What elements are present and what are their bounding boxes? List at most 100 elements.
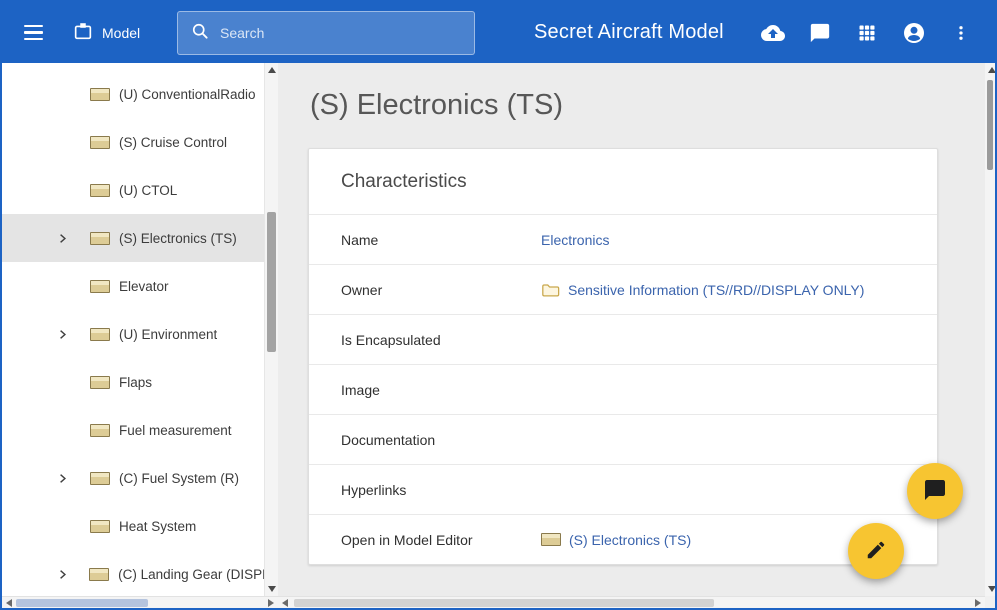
tree-item[interactable]: Elevator [2, 262, 264, 310]
menu-button[interactable] [24, 2, 56, 63]
block-icon [90, 424, 110, 437]
chevron-spacer [56, 134, 80, 150]
scrollbar-corner [985, 596, 995, 608]
folder-icon [541, 282, 560, 298]
search-icon [190, 21, 210, 46]
block-icon [90, 520, 110, 533]
block-icon [90, 88, 110, 101]
search-box[interactable] [177, 11, 475, 55]
row-label: Owner [341, 282, 541, 298]
row-label: Name [341, 232, 541, 248]
tree-item[interactable]: (C) Landing Gear (DISPL [2, 550, 264, 596]
characteristics-card: Characteristics NameElectronicsOwnerSens… [308, 148, 938, 565]
chevron-spacer [56, 422, 80, 438]
scroll-right-arrow[interactable] [268, 599, 274, 607]
tree-item-label: (U) Environment [119, 327, 217, 342]
main-content: (S) Electronics (TS) Characteristics Nam… [278, 63, 985, 596]
row-label: Is Encapsulated [341, 332, 541, 348]
block-icon [90, 328, 110, 341]
tree-item-label: Fuel measurement [119, 423, 232, 438]
scroll-left-arrow[interactable] [282, 599, 288, 607]
row-value-link[interactable]: Electronics [541, 232, 609, 248]
tree-item-label: (S) Electronics (TS) [119, 231, 237, 246]
scroll-down-arrow[interactable] [268, 586, 276, 592]
tree-item-label: (S) Cruise Control [119, 135, 227, 150]
model-icon [72, 20, 94, 45]
row-label: Image [341, 382, 541, 398]
tree-item-label: Flaps [119, 375, 152, 390]
chevron-right-icon[interactable] [56, 326, 80, 342]
sidebar: (U) ConventionalRadio (S) Cruise Control (… [2, 63, 264, 596]
chevron-spacer [56, 518, 80, 534]
card-row: Is Encapsulated [309, 314, 937, 364]
tree-item-label: (C) Fuel System (R) [119, 471, 239, 486]
main-vertical-scrollbar[interactable] [985, 63, 995, 596]
card-rows: NameElectronics Owner Sensitive Informatio… [309, 214, 937, 564]
card-row: Documentation [309, 414, 937, 464]
chevron-right-icon[interactable] [56, 470, 80, 486]
row-label: Documentation [341, 432, 541, 448]
block-icon [90, 472, 110, 485]
model-button-label: Model [102, 25, 140, 41]
app-bar: Model Secret Aircraft Model [2, 2, 995, 63]
sidebar-tree: (U) ConventionalRadio (S) Cruise Control (… [2, 63, 264, 596]
chevron-spacer [56, 278, 80, 294]
tree-item[interactable]: (C) Fuel System (R) [2, 454, 264, 502]
block-icon [90, 376, 110, 389]
search-input[interactable] [220, 25, 462, 41]
chevron-spacer [56, 374, 80, 390]
comment-fab[interactable] [907, 463, 963, 519]
card-row: Open in Model Editor (S) Electronics (TS) [309, 514, 937, 564]
block-icon [541, 533, 561, 546]
comment-icon[interactable] [808, 21, 832, 45]
tree-item[interactable]: Flaps [2, 358, 264, 406]
scroll-right-arrow[interactable] [975, 599, 981, 607]
tree-item[interactable]: (U) Environment [2, 310, 264, 358]
edit-fab[interactable] [848, 523, 904, 579]
chevron-right-icon[interactable] [56, 566, 79, 582]
row-value-link[interactable]: (S) Electronics (TS) [569, 532, 691, 548]
row-label: Open in Model Editor [341, 532, 541, 548]
model-button[interactable]: Model [72, 2, 140, 63]
main-hscrollbar-thumb[interactable] [294, 599, 714, 607]
scroll-left-arrow[interactable] [6, 599, 12, 607]
tree-item[interactable]: Fuel measurement [2, 406, 264, 454]
scroll-up-arrow[interactable] [268, 67, 276, 73]
tree-item-label: (C) Landing Gear (DISPL [118, 567, 264, 582]
block-icon [90, 136, 110, 149]
tree-item-label: (U) CTOL [119, 183, 177, 198]
tree-item[interactable]: (S) Cruise Control [2, 118, 264, 166]
row-value: (S) Electronics (TS) [541, 532, 691, 548]
menu-icon [24, 25, 43, 41]
app-title: Secret Aircraft Model [534, 2, 724, 63]
more-vertical-icon[interactable] [949, 21, 973, 45]
sidebar-horizontal-scrollbar[interactable] [2, 596, 278, 608]
account-icon[interactable] [902, 21, 926, 45]
tree-item[interactable]: Heat System [2, 502, 264, 550]
scroll-up-arrow[interactable] [988, 67, 996, 73]
main-horizontal-scrollbar[interactable] [278, 596, 985, 608]
tree-item-label: Heat System [119, 519, 196, 534]
row-value: Electronics [541, 232, 609, 248]
chevron-right-icon[interactable] [56, 230, 80, 246]
row-value-link[interactable]: Sensitive Information (TS//RD//DISPLAY O… [568, 282, 864, 298]
card-row: Hyperlinks [309, 464, 937, 514]
edit-icon [865, 539, 887, 564]
sidebar-hscrollbar-thumb[interactable] [16, 599, 148, 607]
sidebar-vertical-scrollbar[interactable] [264, 63, 278, 596]
chevron-spacer [56, 182, 80, 198]
tree-item[interactable]: (U) ConventionalRadio [2, 70, 264, 118]
app-window: Model Secret Aircraft Model [0, 0, 997, 610]
tree-item[interactable]: (S) Electronics (TS) [2, 214, 264, 262]
row-value: Sensitive Information (TS//RD//DISPLAY O… [541, 282, 864, 298]
block-icon [90, 184, 110, 197]
apps-grid-icon[interactable] [855, 21, 879, 45]
sidebar-scrollbar-thumb[interactable] [267, 212, 276, 352]
card-row: NameElectronics [309, 214, 937, 264]
block-icon [90, 232, 110, 245]
scroll-down-arrow[interactable] [988, 586, 996, 592]
cloud-upload-icon[interactable] [761, 21, 785, 45]
tree-item-label: (U) ConventionalRadio [119, 87, 256, 102]
main-scrollbar-thumb[interactable] [987, 80, 993, 170]
tree-item[interactable]: (U) CTOL [2, 166, 264, 214]
